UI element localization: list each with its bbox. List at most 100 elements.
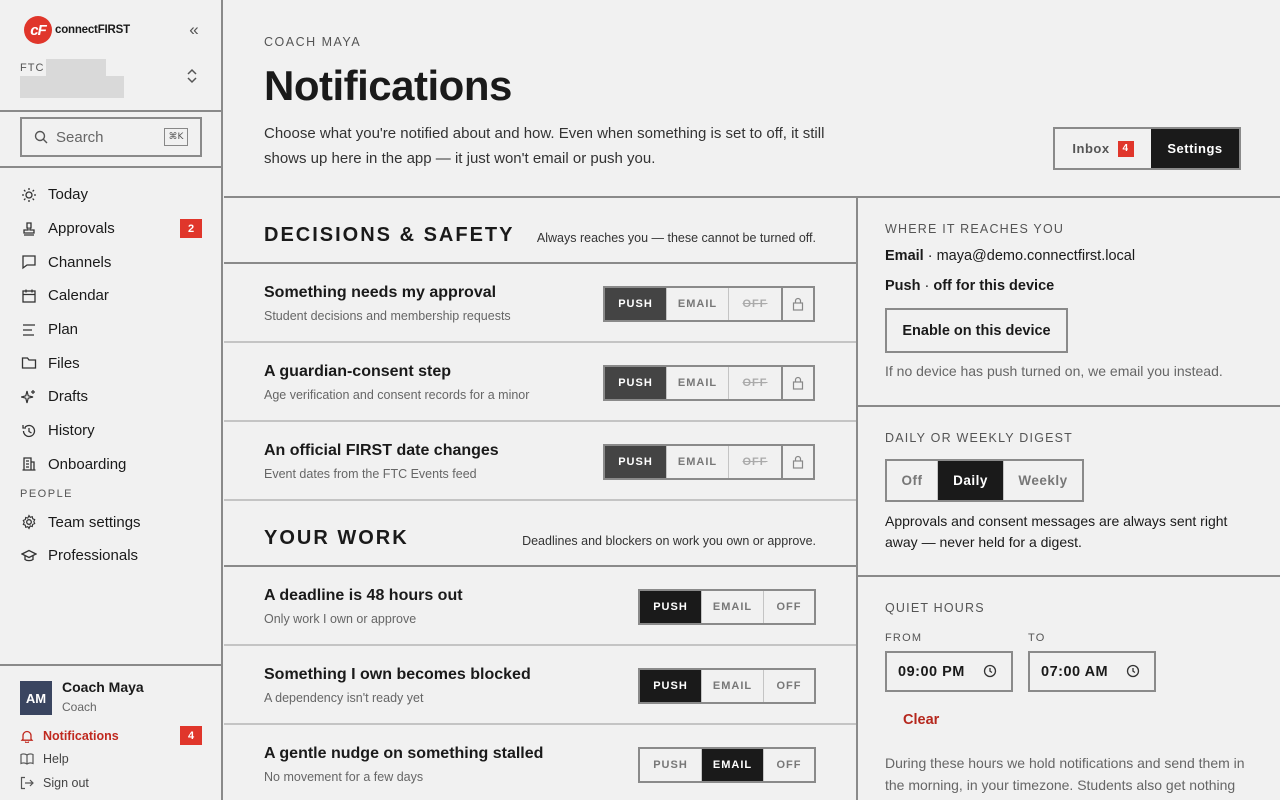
push-value: off for this device (933, 278, 1055, 294)
page-eyebrow: COACH MAYA (264, 35, 362, 49)
divider (0, 664, 222, 666)
off-option[interactable]: OFF (764, 591, 814, 623)
digest-note: Approvals and consent messages are alway… (885, 513, 1228, 550)
channel-selector: PUSH EMAIL OFF (638, 747, 816, 783)
history-icon (20, 422, 38, 440)
tab-inbox[interactable]: Inbox 4 (1055, 129, 1151, 168)
reach-eyebrow: WHERE IT REACHES YOU (885, 222, 1065, 236)
sidebar-item-plan[interactable]: Plan (20, 313, 202, 347)
channel-selector: PUSH EMAIL OFF (603, 365, 783, 401)
lock-icon (781, 444, 815, 480)
quiet-to-input[interactable]: 07:00 AM (1028, 651, 1156, 692)
sidebar-item-label: Professionals (48, 547, 139, 565)
push-option[interactable]: PUSH (605, 446, 667, 478)
section-title: DECISIONS & SAFETY (264, 224, 515, 246)
sidebar-item-team-settings[interactable]: Team settings (20, 505, 202, 539)
push-option[interactable]: PUSH (640, 591, 702, 623)
digest-option-weekly[interactable]: Weekly (1004, 461, 1082, 500)
sidebar-item-label: Today (48, 186, 89, 204)
email-label: Email (885, 248, 924, 264)
sidebar-item-label: Onboarding (48, 455, 127, 473)
email-option[interactable]: EMAIL (702, 591, 764, 623)
search-shortcut: ⌘K (164, 128, 188, 146)
email-option[interactable]: EMAIL (702, 749, 764, 781)
to-label: TO (1028, 632, 1046, 644)
team-name-redacted (46, 59, 106, 76)
reach-note: If no device has push turned on, we emai… (885, 363, 1223, 379)
pref-title: Something needs my approval (264, 284, 497, 301)
email-option[interactable]: EMAIL (702, 670, 764, 702)
reach-email: Email · maya@demo.connectfirst.local (885, 248, 1136, 264)
sidebar-item-onboarding[interactable]: Onboarding (20, 448, 202, 482)
pref-subtitle: Only work I own or approve (264, 612, 417, 626)
sidebar-item-help[interactable]: Help (20, 748, 202, 772)
avatar: AM (20, 681, 52, 715)
quiet-from-value: 09:00 PM (898, 663, 965, 680)
sidebar-item-label: History (48, 422, 95, 440)
off-option[interactable]: OFF (764, 749, 814, 781)
reach-push: Push · off for this device (885, 278, 1055, 294)
sidebar-item-label: Files (48, 354, 80, 372)
sidebar-item-files[interactable]: Files (20, 346, 202, 380)
sidebar-item-channels[interactable]: Channels (20, 245, 202, 279)
pref-title: Something I own becomes blocked (264, 666, 531, 683)
off-option[interactable]: OFF (764, 670, 814, 702)
user-name: Coach Maya (62, 679, 144, 695)
team-switcher[interactable]: FTC (20, 58, 202, 100)
sidebar-item-calendar[interactable]: Calendar (20, 279, 202, 313)
sun-icon (20, 186, 38, 204)
delivery-settings: WHERE IT REACHES YOU Email · maya@demo.c… (858, 198, 1280, 800)
push-label: Push (885, 278, 921, 294)
sidebar-item-label: Plan (48, 321, 79, 339)
email-option[interactable]: EMAIL (667, 288, 729, 320)
pref-title: A deadline is 48 hours out (264, 587, 463, 604)
section-header-decisions: DECISIONS & SAFETY Always reaches you — … (224, 198, 856, 264)
approvals-count-badge: 2 (180, 219, 202, 239)
off-option-disabled: OFF (729, 367, 781, 399)
digest-option-daily[interactable]: Daily (938, 461, 1004, 500)
sidebar-item-professionals[interactable]: Professionals (20, 539, 202, 573)
sidebar-item-label: Channels (48, 253, 112, 271)
push-option[interactable]: PUSH (640, 749, 702, 781)
clock-icon (983, 664, 997, 678)
tab-settings[interactable]: Settings (1151, 129, 1239, 168)
pref-subtitle: No movement for a few days (264, 770, 424, 784)
brand-logo[interactable]: cF connectFIRST (24, 16, 130, 44)
graduation-cap-icon (20, 547, 38, 565)
book-icon (20, 752, 34, 766)
clear-quiet-hours-button[interactable]: Clear (903, 712, 939, 728)
bell-icon (20, 729, 34, 743)
enable-push-button[interactable]: Enable on this device (885, 308, 1068, 353)
sidebar-item-history[interactable]: History (20, 414, 202, 448)
view-toggle: Inbox 4 Settings (1053, 127, 1241, 170)
digest-option-off[interactable]: Off (887, 461, 938, 500)
chat-icon (20, 253, 38, 271)
sidebar-nav: Today Approvals 2 Channels Calendar Plan… (20, 178, 202, 573)
push-option[interactable]: PUSH (605, 288, 667, 320)
sidebar-item-notifications[interactable]: Notifications 4 (20, 724, 202, 748)
channel-selector: PUSH EMAIL OFF (603, 444, 783, 480)
email-option[interactable]: EMAIL (667, 367, 729, 399)
search-input[interactable]: Search ⌘K (20, 117, 202, 157)
sidebar-item-label: Help (43, 752, 69, 767)
sidebar-item-approvals[interactable]: Approvals 2 (20, 212, 202, 246)
email-option[interactable]: EMAIL (667, 446, 729, 478)
collapse-sidebar-button[interactable]: « (186, 20, 202, 40)
search-placeholder: Search (56, 128, 104, 146)
quiet-from-input[interactable]: 09:00 PM (885, 651, 1013, 692)
push-option[interactable]: PUSH (605, 367, 667, 399)
sidebar-item-today[interactable]: Today (20, 178, 202, 212)
channel-selector: PUSH EMAIL OFF (638, 668, 816, 704)
channel-selector: PUSH EMAIL OFF (603, 286, 783, 322)
section-divider (858, 575, 1280, 577)
chevron-updown-icon (187, 68, 197, 84)
notification-preferences: DECISIONS & SAFETY Always reaches you — … (224, 198, 856, 800)
push-option[interactable]: PUSH (640, 670, 702, 702)
sidebar-item-sign-out[interactable]: Sign out (20, 771, 202, 795)
sidebar-item-drafts[interactable]: Drafts (20, 380, 202, 414)
digest-eyebrow: DAILY OR WEEKLY DIGEST (885, 431, 1074, 445)
brand-mark: cF (24, 16, 52, 44)
quiet-eyebrow: QUIET HOURS (885, 601, 985, 615)
pref-row-blocked: Something I own becomes blocked A depend… (224, 646, 856, 725)
divider (0, 166, 222, 168)
